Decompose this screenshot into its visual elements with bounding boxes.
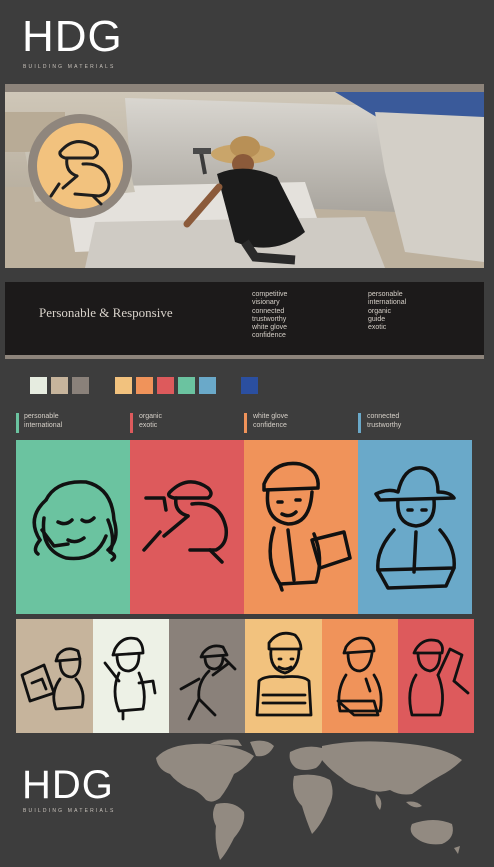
swatch-accent-5 <box>199 377 216 394</box>
legend-marker-red <box>130 413 133 433</box>
hero-top-band <box>5 84 484 92</box>
panel-orange <box>244 440 358 614</box>
keyword: competitive <box>252 291 288 298</box>
keyword: international <box>368 299 407 307</box>
keyword: visionary <box>252 299 280 307</box>
keyword: trustworthy <box>252 315 287 323</box>
worker-carrying-icon <box>408 638 470 717</box>
bottom-logo: HDG BUILDING MATERIALS <box>22 764 142 824</box>
keyword: organic <box>368 307 391 315</box>
stone-carver-icon <box>142 480 229 564</box>
swatch-neutral-2 <box>51 377 68 394</box>
swatch-accent-2 <box>136 377 153 394</box>
swatch-blue <box>241 377 258 394</box>
legend-marker-orange <box>244 413 247 433</box>
legend-marker-green <box>16 413 19 433</box>
worker-pointing-icon <box>103 636 157 721</box>
headline: Personable & Responsive <box>39 305 173 320</box>
legend-marker-blue <box>358 413 361 433</box>
legend-item-green: personable international <box>24 413 63 429</box>
worker-tablet-icon <box>20 647 85 711</box>
panel-gray <box>169 619 245 733</box>
worker-laptop-icon <box>336 636 383 717</box>
keyword-list-1: competitive visionary connected trustwor… <box>252 291 287 341</box>
keyword: personable <box>368 291 403 298</box>
legend-item-blue: connected trustworthy <box>367 413 402 429</box>
world-map-icon <box>156 739 462 860</box>
keyword-list-2: personable international organic guide e… <box>368 291 406 332</box>
woman-headset-icon <box>32 480 118 562</box>
panel-red <box>130 440 244 614</box>
panel-orange-small <box>322 619 398 733</box>
logo-wordmark-bottom: HDG <box>22 763 114 807</box>
logo-wordmark: HDG <box>22 12 123 61</box>
legend-item-red: organic exotic <box>139 413 162 429</box>
worker-hammer-icon <box>179 644 237 721</box>
panel-red-small <box>398 619 474 733</box>
keyword: guide <box>368 315 386 323</box>
swatch-neutral-1 <box>30 377 47 394</box>
worker-clipboard-icon <box>262 461 352 592</box>
logo-tagline: BUILDING MATERIALS <box>23 64 116 70</box>
world-map <box>150 738 470 864</box>
divider-line <box>5 355 484 359</box>
swatch-neutral-3 <box>72 377 89 394</box>
panel-cream <box>93 619 169 733</box>
worker-arms-crossed-icon <box>255 631 313 717</box>
panel-green <box>16 440 130 614</box>
swatch-accent-4 <box>178 377 195 394</box>
swatch-accent-1 <box>115 377 132 394</box>
panel-tan <box>16 619 93 733</box>
legend-item-orange: white glove confidence <box>253 413 289 429</box>
logo-tagline-bottom: BUILDING MATERIALS <box>23 808 116 814</box>
keyword: white glove <box>252 324 288 332</box>
panel-yellow <box>245 619 322 733</box>
keyword: exotic <box>368 324 387 332</box>
hero-photo <box>5 92 484 268</box>
man-hat-icon <box>374 466 456 590</box>
keyword: confidence <box>252 332 286 340</box>
top-logo: HDG BUILDING MATERIALS <box>22 14 142 74</box>
swatch-accent-3 <box>157 377 174 394</box>
keyword: connected <box>252 307 285 315</box>
panel-blue <box>358 440 472 614</box>
